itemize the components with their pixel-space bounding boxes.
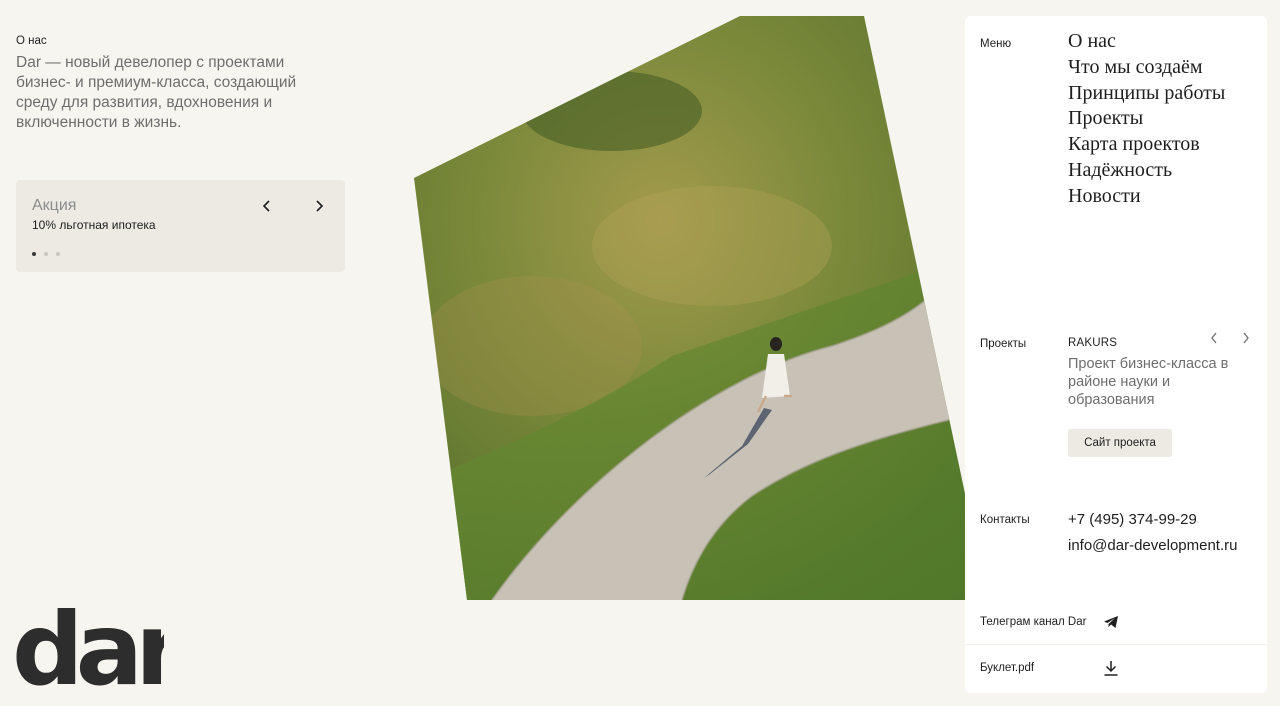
menu-item-about[interactable]: О нас: [1068, 29, 1225, 55]
dar-logo[interactable]: dar: [12, 591, 193, 706]
email-link[interactable]: info@dar-development.ru: [1068, 537, 1237, 554]
logo-mark: dar: [12, 591, 193, 706]
menu-item-projects[interactable]: Проекты: [1068, 106, 1225, 132]
chevron-left-icon: [262, 200, 270, 212]
promo-title: Акция: [32, 197, 77, 214]
side-panel: Меню О нас Что мы создаём Принципы работ…: [965, 16, 1267, 693]
about-text: Dar — новый девелопер с проектами бизнес…: [16, 54, 297, 131]
promo-next-button[interactable]: [311, 198, 327, 214]
menu-item-project-map[interactable]: Карта проектов: [1068, 132, 1225, 158]
menu-item-news[interactable]: Новости: [1068, 184, 1225, 210]
slider-dot[interactable]: [44, 252, 48, 256]
project-prev-button[interactable]: [1207, 331, 1221, 345]
telegram-link[interactable]: Телеграм канал Dar: [980, 616, 1086, 628]
download-icon: [1104, 661, 1118, 676]
promo-subtitle: 10% льготная ипотека: [32, 218, 156, 232]
divider: [965, 644, 1267, 645]
hero-image: [414, 16, 965, 600]
project-description: Проект бизнес-класса в районе науки и об…: [1068, 356, 1229, 408]
telegram-icon: [1104, 616, 1118, 628]
download-button[interactable]: [1102, 659, 1120, 677]
project-next-button[interactable]: [1239, 331, 1253, 345]
chevron-right-icon: [316, 200, 324, 212]
telegram-button[interactable]: [1102, 613, 1120, 631]
promo-card: Акция 10% льготная ипотека: [16, 180, 345, 272]
chevron-right-icon: [1243, 332, 1249, 344]
projects-label: Проекты: [980, 338, 1027, 350]
menu-item-what-we-create[interactable]: Что мы создаём: [1068, 55, 1225, 81]
about-label: О нас: [16, 35, 47, 47]
menu-item-reliability[interactable]: Надёжность: [1068, 158, 1225, 184]
contacts-label: Контакты: [980, 514, 1030, 526]
project-site-button[interactable]: Сайт проекта: [1068, 429, 1172, 457]
logo-text: dar: [14, 604, 164, 690]
phone-link[interactable]: +7 (495) 374-99-29: [1068, 511, 1197, 528]
menu-item-principles[interactable]: Принципы работы: [1068, 81, 1225, 107]
main-menu: О нас Что мы создаём Принципы работы Про…: [1068, 29, 1225, 210]
promo-prev-button[interactable]: [259, 198, 275, 214]
slider-dot[interactable]: [32, 252, 36, 256]
project-name: RAKURS: [1068, 337, 1118, 349]
slider-dot[interactable]: [56, 252, 60, 256]
slider-dots: [32, 252, 60, 256]
chevron-left-icon: [1211, 332, 1217, 344]
menu-label: Меню: [980, 38, 1012, 50]
booklet-link[interactable]: Буклет.pdf: [980, 662, 1034, 674]
